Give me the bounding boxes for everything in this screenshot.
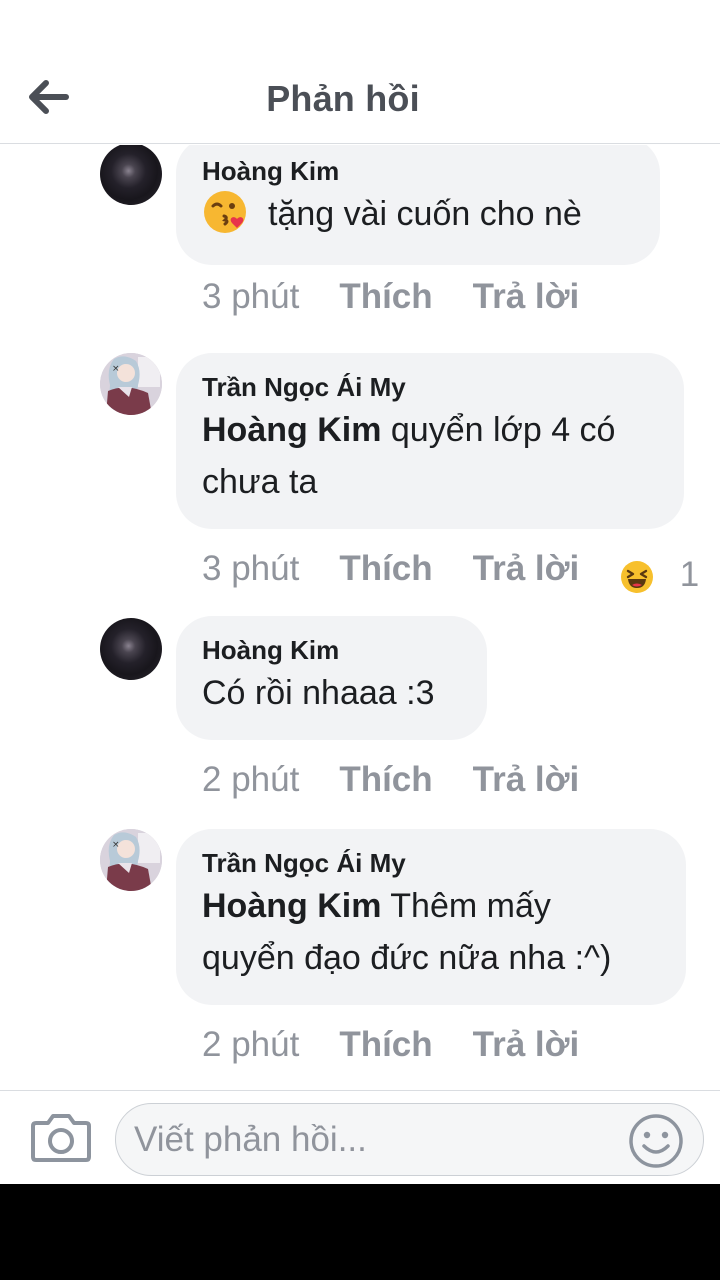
smiley-icon <box>629 1114 683 1168</box>
reply-composer <box>0 1090 720 1184</box>
like-button[interactable]: Thích <box>339 275 432 319</box>
reply-input-container[interactable] <box>115 1103 704 1176</box>
anime-avatar-image: × <box>100 829 162 891</box>
reaction-summary[interactable]: 1 <box>620 553 699 597</box>
comment-author[interactable]: Trần Ngọc Ái My <box>202 846 660 880</box>
avatar[interactable] <box>100 618 162 680</box>
haha-reaction-icon <box>621 560 653 593</box>
reply-button[interactable]: Trả lời <box>473 275 580 319</box>
comment-meta: 2 phút Thích Trả lời <box>202 758 579 802</box>
comment-time[interactable]: 2 phút <box>202 758 299 802</box>
comment-author[interactable]: Hoàng Kim <box>202 633 461 667</box>
page-title: Phản hồi <box>266 78 420 119</box>
comment-text: Hoàng Kim quyển lớp 4 có chưa ta <box>202 404 658 508</box>
svg-text:×: × <box>112 364 120 374</box>
comment-author[interactable]: Hoàng Kim <box>202 154 634 188</box>
comment-text-body: tặng vài cuốn cho nè <box>268 195 582 233</box>
comment-text-body: quyển lớp 4 có <box>381 411 616 449</box>
comment-text-body: quyển đạo đức nữa nha :^) <box>202 939 612 977</box>
comment-time[interactable]: 2 phút <box>202 1023 299 1067</box>
comment-text: Có rồi nhaaa :3 <box>202 674 435 712</box>
comment-meta: 3 phút Thích Trả lời <box>202 275 579 319</box>
reply-button[interactable]: Trả lời <box>473 1023 580 1067</box>
like-button[interactable]: Thích <box>339 758 432 802</box>
reply-thread: Hoàng Kim tặng vài cuốn cho nè 3 phút Thí… <box>0 145 720 1090</box>
like-button[interactable]: Thích <box>339 1023 432 1067</box>
camera-icon <box>31 1114 91 1162</box>
comment-time[interactable]: 3 phút <box>202 275 299 319</box>
comment-text-body: Thêm mấy <box>381 887 551 925</box>
emoji-button[interactable] <box>628 1113 684 1169</box>
avatar[interactable] <box>100 145 162 205</box>
comment-bubble[interactable]: Hoàng Kim Có rồi nhaaa :3 <box>176 616 487 740</box>
comment-time[interactable]: 3 phút <box>202 547 299 591</box>
svg-text:×: × <box>112 840 120 850</box>
anime-avatar-image: × <box>100 353 162 415</box>
camera-button[interactable] <box>30 1111 92 1165</box>
comment-author[interactable]: Trần Ngọc Ái My <box>202 370 658 404</box>
comment-text-body: chưa ta <box>202 463 318 501</box>
header: Phản hồi <box>0 0 720 144</box>
reply-button[interactable]: Trả lời <box>473 758 580 802</box>
reply-input[interactable] <box>132 1114 616 1166</box>
reaction-count: 1 <box>679 555 700 594</box>
comment-bubble[interactable]: Trần Ngọc Ái My Hoàng Kim quyển lớp 4 có… <box>176 353 684 529</box>
reply-button[interactable]: Trả lời <box>473 547 580 591</box>
avatar[interactable]: × <box>100 353 162 415</box>
mention-link[interactable]: Hoàng Kim <box>202 887 381 925</box>
comment-meta: 2 phút Thích Trả lời <box>202 1023 579 1067</box>
like-button[interactable]: Thích <box>339 547 432 591</box>
comment-meta: 3 phút Thích Trả lời 1 <box>202 547 712 594</box>
comment-bubble[interactable]: Hoàng Kim tặng vài cuốn cho nè <box>176 145 660 265</box>
face-blowing-kiss-icon <box>204 191 246 233</box>
system-navigation-bar <box>0 1184 720 1280</box>
comment-bubble[interactable]: Trần Ngọc Ái My Hoàng Kim Thêm mấy quyển … <box>176 829 686 1005</box>
mention-link[interactable]: Hoàng Kim <box>202 411 381 449</box>
avatar[interactable]: × <box>100 829 162 891</box>
comment-text: Hoàng Kim Thêm mấy quyển đạo đức nữa nha … <box>202 880 660 984</box>
comment-text: tặng vài cuốn cho nè <box>202 188 634 240</box>
